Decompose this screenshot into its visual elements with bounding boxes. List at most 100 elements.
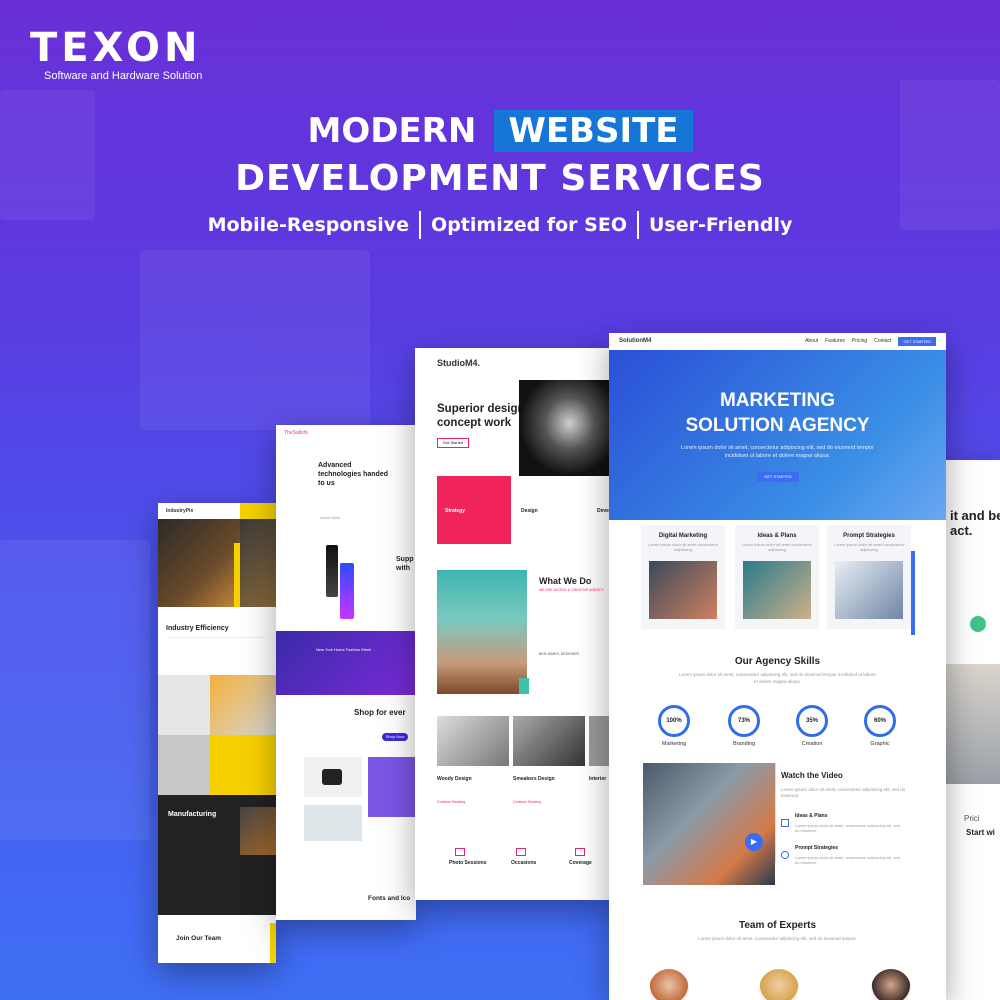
- mockup-footer-title: Join Our Team: [176, 935, 222, 942]
- card-text: Lorem ipsum dolor sit amet consectetur a…: [741, 542, 813, 552]
- feature-icon-label: Photo Sessions: [449, 860, 487, 866]
- skill-label: Graphic: [870, 741, 890, 747]
- feature-separator: [419, 211, 422, 239]
- mockup-brand: IndustryPix: [166, 508, 194, 514]
- team-title: Team of Experts: [738, 920, 817, 931]
- video-title: Watch the Video: [781, 771, 843, 780]
- blue-card-accent: [911, 551, 915, 635]
- phone-hand-image: [304, 805, 362, 841]
- card-image: [649, 561, 717, 619]
- team-avatar: [871, 969, 911, 1000]
- mockup-brand: StudioM4.: [437, 358, 480, 368]
- mockup-nav: SolutionM4 About Features Pricing Contac…: [609, 333, 946, 349]
- headline-prefix: MODERN: [307, 111, 477, 151]
- feature-item: Mobile-Responsive: [207, 214, 410, 236]
- factory-image: [158, 519, 240, 607]
- design-icon: [970, 616, 986, 632]
- hero-section: MARKETING SOLUTION AGENCY Lorem ipsum do…: [609, 350, 946, 520]
- mockup-solution-site: SolutionM4 About Features Pricing Contac…: [609, 333, 946, 1000]
- skill-item: 73% Branding: [719, 705, 769, 747]
- banner-text: New York Home Fashion Week: [316, 647, 372, 652]
- mockup-section-title: Manufacturing: [168, 811, 217, 818]
- background-mockup-bottom: [0, 540, 150, 840]
- teal-accent: [519, 678, 529, 694]
- hero-title-line: MARKETING: [719, 390, 836, 411]
- nav-link[interactable]: Features: [825, 338, 845, 344]
- post-image-2: [513, 716, 585, 766]
- mockup-link[interactable]: Learn More: [320, 515, 340, 520]
- sunglasses-portrait-image: [437, 570, 527, 694]
- feature-icon-label: Occasions: [511, 860, 537, 866]
- camera-icon: [455, 848, 465, 856]
- background-mockup-center: [140, 250, 370, 430]
- yellow-block: [240, 503, 276, 519]
- card-title: Digital Marketing: [658, 533, 708, 539]
- skull-portrait-image: [519, 380, 611, 476]
- nav-cta-button[interactable]: GET STARTED: [898, 336, 936, 346]
- service-card: Digital Marketing Lorem ipsum dolor sit …: [641, 525, 725, 629]
- skill-item: 100% Marketing: [649, 705, 699, 747]
- brand-logo: TEXON Software and Hardware Solution: [30, 28, 202, 82]
- pricing-title: Prici: [964, 814, 980, 823]
- purple-product-image: [368, 757, 416, 817]
- pipes-image: [210, 675, 276, 735]
- post-image-1: [437, 716, 509, 766]
- mockup-section-title: Shop for ever: [354, 708, 406, 717]
- nav-link[interactable]: About: [805, 338, 818, 344]
- team-avatar: [649, 969, 689, 1000]
- card-text: Lorem ipsum dolor sit amet consectetur a…: [833, 542, 905, 552]
- post-image-3: [589, 716, 611, 766]
- mockup-nav: TheSaltshi: [276, 425, 416, 441]
- refresh-icon: [781, 851, 789, 859]
- video-text: Lorem ipsum dolor sit amet, consectetur …: [781, 787, 906, 798]
- headline-line-2: DEVELOPMENT SERVICES: [235, 158, 765, 199]
- phone-image-2: [340, 563, 354, 619]
- camera-icon: [322, 769, 342, 785]
- play-icon[interactable]: ▶: [745, 833, 763, 851]
- nav-link[interactable]: Contact: [874, 338, 891, 344]
- mockup-section-title: Industry Efficiency: [166, 625, 229, 632]
- mockup-hero-title: Advanced technologies handed to us: [318, 462, 389, 487]
- headline-line-1: MODERN WEBSITE: [0, 110, 1000, 152]
- skill-item: 35% Creation: [787, 705, 837, 747]
- skill-item: 60% Graphic: [855, 705, 905, 747]
- mockup-nav: StudioM4.: [415, 348, 611, 378]
- mockup-partial-site: it and be act. Prici Start wi: [946, 460, 1000, 1000]
- signature-text: BEN JAMES, DESIGNER: [539, 652, 580, 656]
- hero-cta-button[interactable]: GET STARTED: [757, 472, 799, 482]
- yellow-panel: [210, 735, 276, 795]
- mockup-section-title: What We Do: [539, 576, 592, 586]
- read-more-link[interactable]: Continue Reading: [437, 800, 465, 804]
- post-title: Woody Design: [437, 776, 472, 782]
- get-started-button[interactable]: Get Started: [437, 438, 469, 448]
- industrial-image: [240, 519, 276, 607]
- card-image: [743, 561, 811, 619]
- team-subtitle: Lorem ipsum dolor sit amet, consectetur …: [698, 936, 857, 941]
- video-feature-text: Lorem ipsum dolor sit amet, consectetur …: [795, 823, 900, 833]
- card-title: Prompt Strategies: [843, 533, 895, 539]
- card-image: [835, 561, 903, 619]
- skill-label: Creation: [801, 741, 823, 747]
- logo-tagline: Software and Hardware Solution: [44, 70, 203, 82]
- team-avatar: [759, 969, 799, 1000]
- video-feature: Prompt Strategies: [795, 845, 839, 851]
- yellow-strip: [234, 543, 240, 607]
- service-card: Prompt Strategies Lorem ipsum dolor sit …: [827, 525, 911, 629]
- hero-title-line: SOLUTION AGENCY: [685, 415, 870, 436]
- card-title: Ideas & Plans: [757, 533, 797, 539]
- skills-subtitle: Lorem ipsum dolor sit amet, consectetur …: [679, 672, 876, 684]
- hero-title: MARKETING SOLUTION AGENCY: [609, 388, 946, 438]
- yellow-corner: [270, 923, 276, 963]
- headline: MODERN WEBSITE DEVELOPMENT SERVICES Mobi…: [0, 110, 1000, 239]
- read-more-link[interactable]: Continue Reading: [513, 800, 541, 804]
- skill-label: Marketing: [661, 741, 687, 747]
- monitor-icon: [516, 848, 526, 856]
- mockup-section-subtitle: WE ARE DIGITAL & CREATIVE AGENCY: [539, 588, 604, 592]
- mockup-industry-site: IndustryPix Industry Efficiency Manufact…: [158, 503, 276, 963]
- phone-image: [326, 545, 338, 597]
- nav-link[interactable]: Pricing: [852, 338, 867, 344]
- video-feature-text: Lorem ipsum dolor sit amet, consectetur …: [795, 855, 900, 865]
- shop-button[interactable]: Shop Now: [382, 733, 408, 741]
- service-label: Deve: [597, 508, 609, 514]
- gray-block: [158, 675, 210, 735]
